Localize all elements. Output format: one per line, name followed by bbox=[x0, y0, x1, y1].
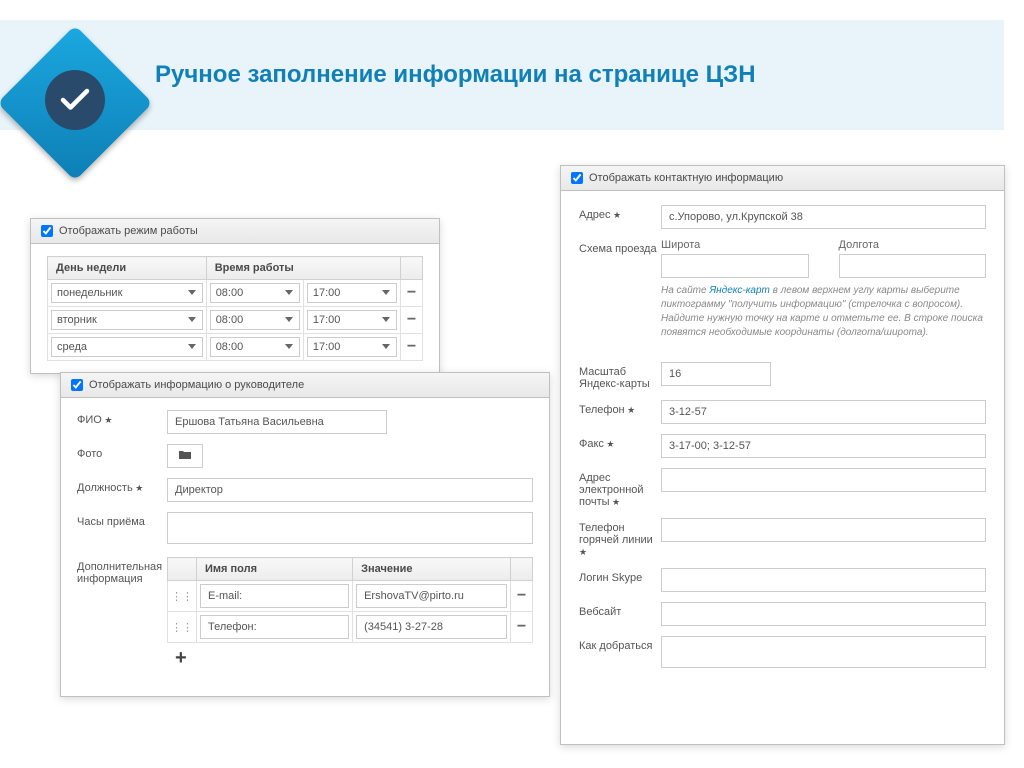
table-row: ⋮⋮ − bbox=[168, 581, 533, 612]
contact-header-label: Отображать контактную информацию bbox=[589, 172, 783, 184]
remove-row-button[interactable]: − bbox=[511, 581, 533, 612]
directions-textarea[interactable] bbox=[661, 636, 986, 668]
lat-label: Широта bbox=[661, 239, 809, 251]
field-value-input[interactable] bbox=[356, 584, 507, 608]
website-label: Вебсайт bbox=[579, 602, 661, 618]
lat-input[interactable] bbox=[661, 254, 809, 278]
hours-textarea[interactable] bbox=[167, 512, 533, 544]
time-from[interactable]: 08:00 bbox=[210, 283, 300, 303]
time-to[interactable]: 17:00 bbox=[307, 283, 397, 303]
hours-label: Часы приёма bbox=[77, 512, 167, 528]
schedule-table: День недели Время работы понедельник 08:… bbox=[47, 256, 423, 361]
remove-row-button[interactable]: − bbox=[401, 334, 423, 361]
position-label: Должность bbox=[77, 478, 167, 494]
photo-browse-button[interactable] bbox=[167, 444, 203, 468]
director-panel-header: Отображать информацию о руководителе bbox=[61, 373, 549, 398]
yandex-maps-link[interactable]: Яндекс-карт bbox=[709, 285, 770, 296]
email-label: Адрес электронной почты bbox=[579, 468, 661, 508]
scale-label: Масштаб Яндекс-карты bbox=[579, 362, 661, 390]
schedule-panel-header: Отображать режим работы bbox=[31, 219, 439, 244]
header-banner: Ручное заполнение информации на странице… bbox=[0, 20, 1004, 130]
schedule-panel: Отображать режим работы День недели Врем… bbox=[30, 218, 440, 374]
col-field-name: Имя поля bbox=[197, 558, 353, 581]
col-day: День недели bbox=[48, 257, 207, 280]
scale-input[interactable] bbox=[661, 362, 771, 386]
fio-label: ФИО bbox=[77, 410, 167, 426]
directions-label: Как добраться bbox=[579, 636, 661, 652]
hotline-input[interactable] bbox=[661, 518, 986, 542]
day-select[interactable]: среда bbox=[51, 337, 203, 357]
field-value-input[interactable] bbox=[356, 615, 507, 639]
position-input[interactable] bbox=[167, 478, 533, 502]
day-select[interactable]: понедельник bbox=[51, 283, 203, 303]
drag-handle-icon[interactable]: ⋮⋮ bbox=[168, 612, 197, 643]
address-label: Адрес bbox=[579, 205, 661, 221]
fax-input[interactable] bbox=[661, 434, 986, 458]
time-to[interactable]: 17:00 bbox=[307, 337, 397, 357]
lon-label: Долгота bbox=[839, 239, 987, 251]
director-toggle[interactable] bbox=[71, 379, 83, 391]
skype-input[interactable] bbox=[661, 568, 986, 592]
remove-row-button[interactable]: − bbox=[401, 280, 423, 307]
schedule-header-label: Отображать режим работы bbox=[59, 225, 198, 237]
addinfo-label: Дополнительная информация bbox=[77, 557, 167, 585]
address-input[interactable] bbox=[661, 205, 986, 229]
time-from[interactable]: 08:00 bbox=[210, 310, 300, 330]
hotline-label: Телефон горячей линии bbox=[579, 518, 661, 558]
remove-row-button[interactable]: − bbox=[401, 307, 423, 334]
phone-input[interactable] bbox=[661, 400, 986, 424]
table-row: понедельник 08:00 17:00 − bbox=[48, 280, 423, 307]
check-icon bbox=[45, 70, 105, 130]
director-header-label: Отображать информацию о руководителе bbox=[89, 379, 304, 391]
page-title: Ручное заполнение информации на странице… bbox=[155, 61, 756, 89]
fax-label: Факс bbox=[579, 434, 661, 450]
photo-label: Фото bbox=[77, 444, 167, 460]
field-name-input[interactable] bbox=[200, 615, 349, 639]
contact-toggle[interactable] bbox=[571, 172, 583, 184]
day-select[interactable]: вторник bbox=[51, 310, 203, 330]
drag-handle-icon[interactable]: ⋮⋮ bbox=[168, 581, 197, 612]
schedule-toggle[interactable] bbox=[41, 225, 53, 237]
col-time: Время работы bbox=[206, 257, 400, 280]
director-panel: Отображать информацию о руководителе ФИО… bbox=[60, 372, 550, 697]
table-row: вторник 08:00 17:00 − bbox=[48, 307, 423, 334]
contact-panel-header: Отображать контактную информацию bbox=[561, 166, 1004, 191]
website-input[interactable] bbox=[661, 602, 986, 626]
phone-label: Телефон bbox=[579, 400, 661, 416]
email-input[interactable] bbox=[661, 468, 986, 492]
time-from[interactable]: 08:00 bbox=[210, 337, 300, 357]
fio-input[interactable] bbox=[167, 410, 387, 434]
remove-row-button[interactable]: − bbox=[511, 612, 533, 643]
add-row-button[interactable]: + bbox=[167, 643, 533, 674]
map-hint: На сайте Яндекс-карт в левом верхнем угл… bbox=[661, 284, 986, 340]
table-row: ⋮⋮ − bbox=[168, 612, 533, 643]
field-name-input[interactable] bbox=[200, 584, 349, 608]
lon-input[interactable] bbox=[839, 254, 987, 278]
contact-panel: Отображать контактную информацию Адрес С… bbox=[560, 165, 1005, 745]
skype-label: Логин Skype bbox=[579, 568, 661, 584]
addinfo-table: Имя поля Значение ⋮⋮ − ⋮⋮ bbox=[167, 557, 533, 643]
table-row: среда 08:00 17:00 − bbox=[48, 334, 423, 361]
time-to[interactable]: 17:00 bbox=[307, 310, 397, 330]
col-field-value: Значение bbox=[353, 558, 511, 581]
route-label: Схема проезда bbox=[579, 239, 661, 255]
